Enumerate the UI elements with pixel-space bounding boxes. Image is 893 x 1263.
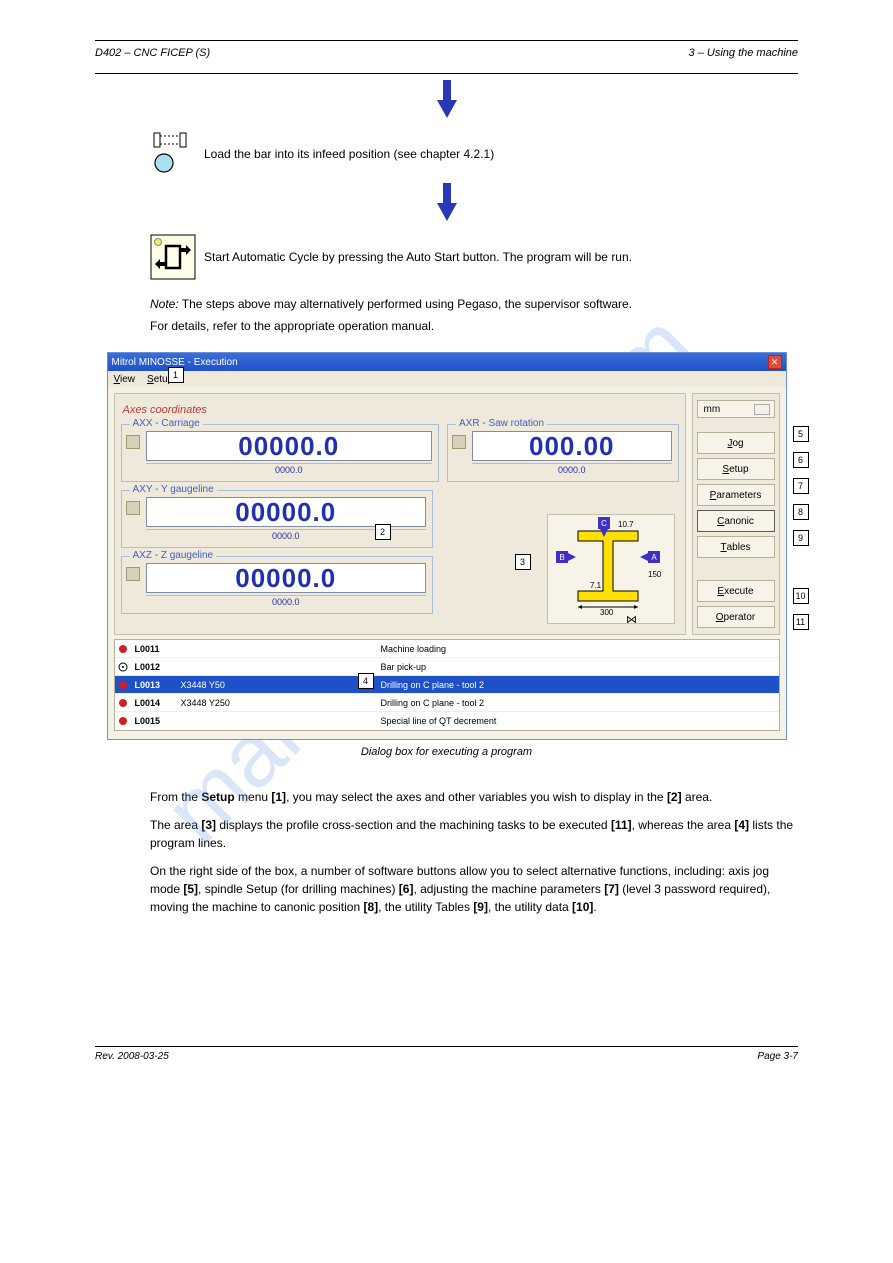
callout-2: 2	[375, 524, 391, 540]
svg-text:A: A	[651, 553, 657, 562]
callout-10: 10	[793, 588, 809, 604]
profile-view: B C A 10.7 150 7.1 300	[547, 514, 675, 624]
setup-button[interactable]: Setup	[697, 458, 775, 480]
auto-start-icon	[150, 234, 196, 280]
parameters-button[interactable]: Parameters	[697, 484, 775, 506]
side-panel: mm Jog Setup Parameters Canonic Tables E…	[692, 393, 780, 635]
callout-1: 1	[168, 367, 184, 383]
svg-text:300: 300	[600, 608, 614, 617]
window-titlebar: Mitrol MINOSSE - Execution ✕	[108, 353, 786, 371]
program-list[interactable]: 4 L0011 Machine loading L0012 Bar pick-u…	[114, 639, 780, 731]
menubar: View Setup 1	[108, 371, 786, 387]
auto-step-text: Start Automatic Cycle by pressing the Au…	[204, 250, 632, 264]
load-step-text: Load the bar into its infeed position (s…	[204, 147, 494, 161]
program-row[interactable]: L0014 X3448 Y250 Drilling on C plane - t…	[115, 694, 779, 712]
figure-caption: Dialog box for executing a program	[95, 746, 798, 758]
program-row[interactable]: L0012 Bar pick-up	[115, 658, 779, 676]
axis-axx: AXX - Carriage 00000.0 0000.0	[121, 424, 440, 482]
note-line-2: For details, refer to the appropriate op…	[150, 318, 798, 334]
main-panel: Axes coordinates AXX - Carriage 00000.0 …	[114, 393, 686, 635]
close-icon[interactable]: ✕	[768, 355, 782, 369]
axy-value: 00000.0	[235, 497, 336, 528]
axr-value: 000.00	[529, 431, 615, 462]
desc-para-3: On the right side of the box, a number o…	[150, 862, 798, 916]
callout-5: 5	[793, 426, 809, 442]
callout-3: 3	[515, 554, 531, 570]
callout-7: 7	[793, 478, 809, 494]
desc-para-1: From the Setup menu [1], you may select …	[150, 788, 798, 806]
program-row[interactable]: L0015 Special line of QT decrement	[115, 712, 779, 730]
operator-button[interactable]: Operator	[697, 606, 775, 628]
header-rule	[95, 73, 798, 74]
axis-axz: AXZ - Z gaugeline 00000.0 0000.0	[121, 556, 433, 614]
svg-text:C: C	[601, 519, 607, 528]
axx-value: 00000.0	[238, 431, 339, 462]
program-row[interactable]: L0013 X3448 Y50 Drilling on C plane - to…	[115, 676, 779, 694]
header-left: D402 – CNC FICEP (S)	[95, 47, 210, 59]
svg-text:10.7: 10.7	[618, 520, 634, 529]
svg-text:⋈: ⋈	[626, 614, 637, 625]
axis-icon[interactable]	[126, 435, 140, 449]
axis-icon[interactable]	[126, 501, 140, 515]
program-row[interactable]: L0011 Machine loading	[115, 640, 779, 658]
load-bar-icon	[150, 131, 196, 177]
svg-text:B: B	[559, 553, 564, 562]
callout-6: 6	[793, 452, 809, 468]
units-button[interactable]: mm	[697, 400, 775, 418]
footer-rule	[95, 1046, 798, 1047]
top-rule	[95, 40, 798, 41]
execution-dialog: Mitrol MINOSSE - Execution ✕ View Setup …	[107, 352, 787, 740]
units-swatch-icon	[754, 404, 770, 415]
svg-text:150: 150	[648, 570, 662, 579]
callout-8: 8	[793, 504, 809, 520]
page-header: D402 – CNC FICEP (S) 3 – Using the machi…	[95, 47, 798, 59]
page-footer: Rev. 2008-03-25 Page 3-7	[95, 1051, 798, 1062]
axis-icon[interactable]	[126, 567, 140, 581]
flow-arrow-1	[95, 80, 798, 121]
desc-para-2: The area [3] displays the profile cross-…	[150, 816, 798, 852]
flow-arrow-2	[95, 183, 798, 224]
section-title: Axes coordinates	[123, 404, 679, 416]
window-title: Mitrol MINOSSE - Execution	[112, 357, 238, 368]
callout-11: 11	[793, 614, 809, 630]
menu-view[interactable]: View	[114, 374, 136, 385]
footer-right: Page 3-7	[757, 1051, 798, 1062]
jog-button[interactable]: Jog	[697, 432, 775, 454]
svg-text:7.1: 7.1	[590, 581, 602, 590]
canonic-button[interactable]: Canonic	[697, 510, 775, 532]
footer-left: Rev. 2008-03-25	[95, 1051, 169, 1062]
callout-9: 9	[793, 530, 809, 546]
axis-axr: AXR - Saw rotation 000.00 0000.0	[447, 424, 679, 482]
axz-value: 00000.0	[235, 563, 336, 594]
axis-icon[interactable]	[452, 435, 466, 449]
execute-button[interactable]: Execute	[697, 580, 775, 602]
callout-4: 4	[358, 673, 374, 689]
tables-button[interactable]: Tables	[697, 536, 775, 558]
header-right: 3 – Using the machine	[689, 47, 798, 59]
note-line-1: Note: The steps above may alternatively …	[150, 296, 798, 312]
